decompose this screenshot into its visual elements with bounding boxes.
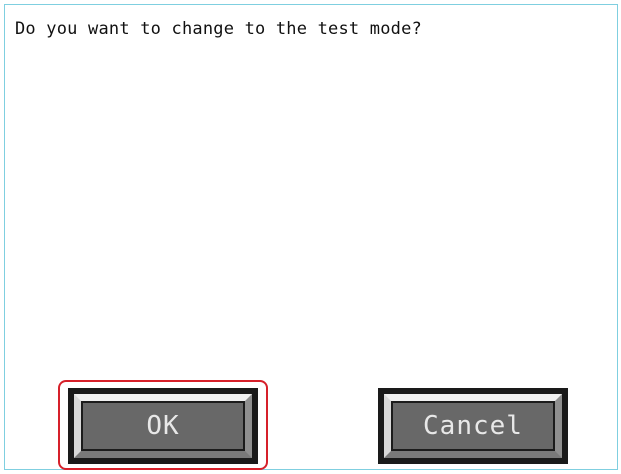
cancel-button-label: Cancel — [423, 411, 523, 441]
dialog-prompt: Do you want to change to the test mode? — [15, 19, 422, 39]
ok-button-label: OK — [146, 411, 180, 441]
cancel-button-face[interactable]: Cancel — [384, 394, 562, 458]
ok-button[interactable]: OK — [68, 388, 258, 464]
cancel-button[interactable]: Cancel — [378, 388, 568, 464]
ok-button-face[interactable]: OK — [74, 394, 252, 458]
